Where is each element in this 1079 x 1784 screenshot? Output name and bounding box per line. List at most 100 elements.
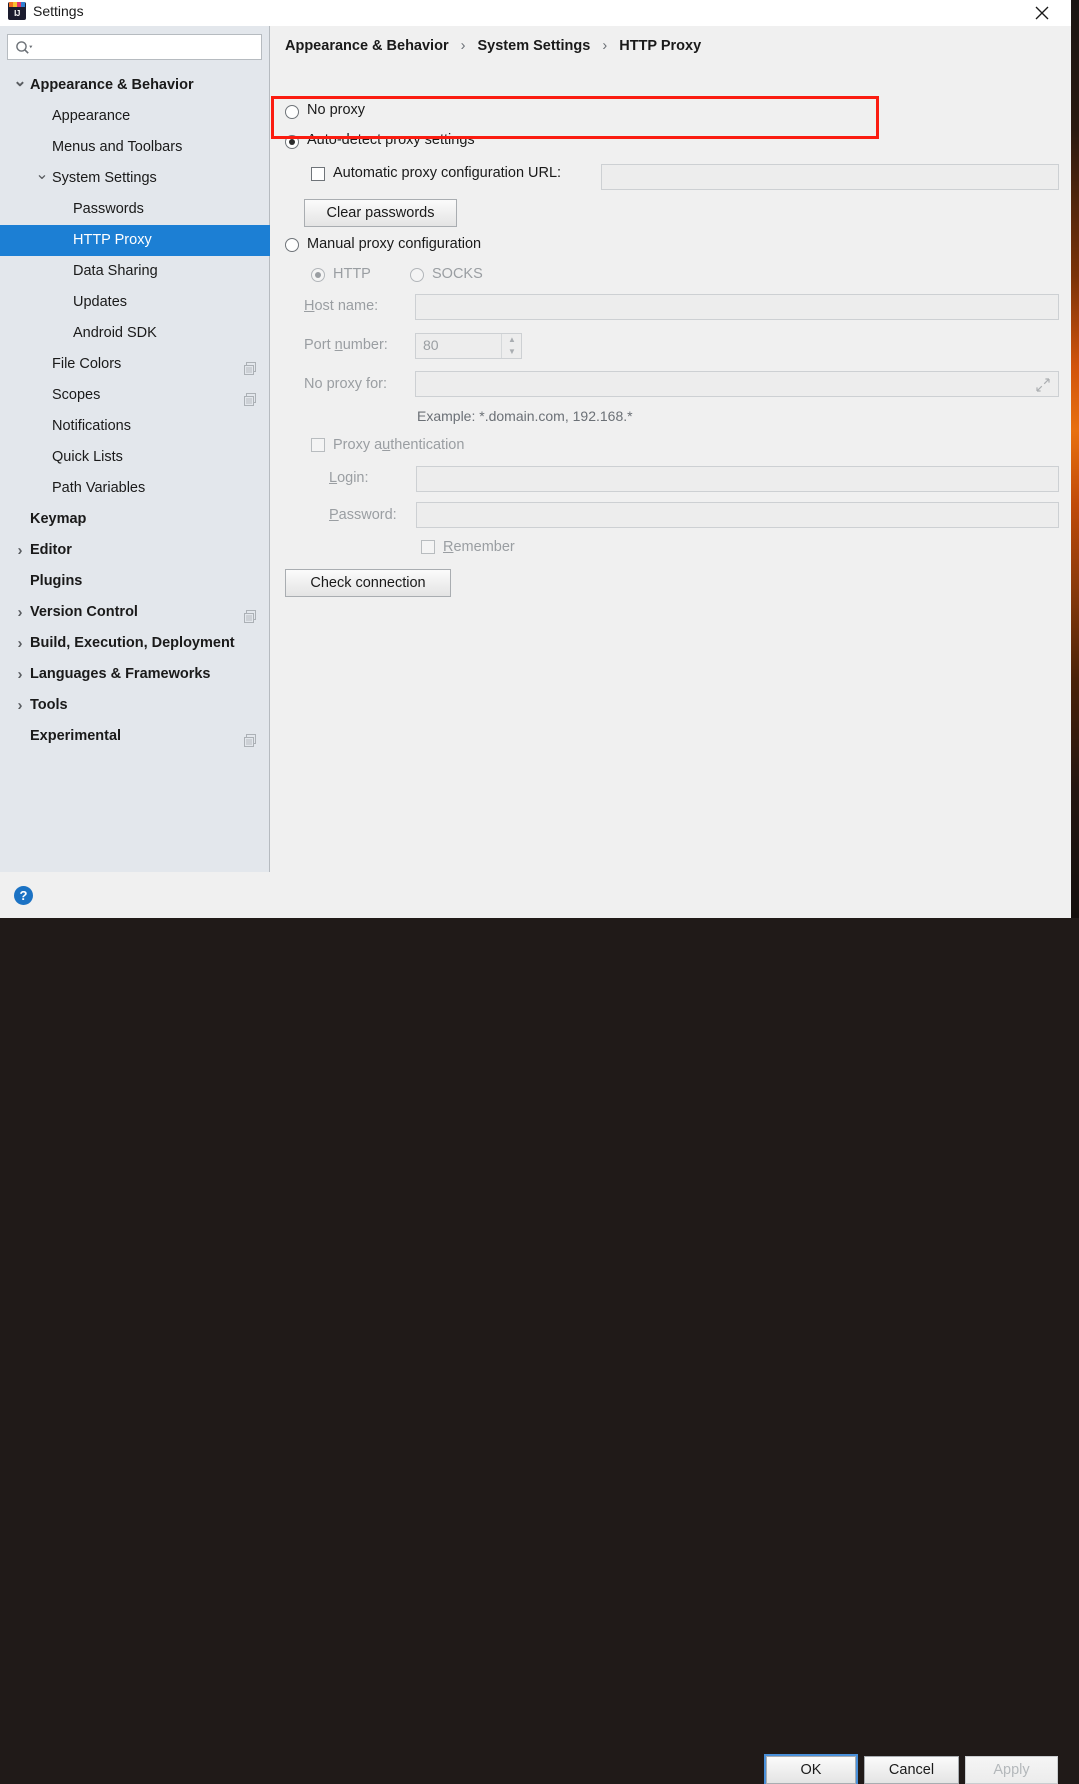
sidebar-item-plugins[interactable]: Plugins	[0, 566, 270, 597]
host-name-input[interactable]	[415, 294, 1059, 320]
sidebar-item-languages-frameworks[interactable]: › Languages & Frameworks	[0, 659, 270, 690]
port-number-value: 80	[423, 337, 439, 353]
no-proxy-radio[interactable]	[285, 105, 299, 119]
sidebar-item-label: System Settings	[52, 170, 157, 186]
sidebar-item-label: Path Variables	[52, 480, 146, 496]
sidebar-item-scopes[interactable]: Scopes	[0, 380, 270, 411]
close-icon[interactable]	[1025, 0, 1059, 26]
chevron-right-icon[interactable]: ›	[12, 628, 28, 659]
sidebar-item-data-sharing[interactable]: Data Sharing	[0, 256, 270, 287]
chevron-right-icon[interactable]: ›	[12, 659, 28, 690]
chevron-up-icon[interactable]: ▲	[502, 334, 522, 346]
copy-settings-icon[interactable]	[243, 357, 258, 375]
search-box[interactable]	[7, 34, 262, 60]
no-proxy-for-input[interactable]	[415, 371, 1059, 397]
login-input[interactable]	[416, 466, 1059, 492]
sidebar-item-system-settings[interactable]: ⌄ System Settings	[0, 163, 270, 194]
breadcrumb-part-http-proxy: HTTP Proxy	[619, 38, 702, 54]
automatic-proxy-url-input[interactable]	[601, 164, 1059, 190]
sidebar-item-android-sdk[interactable]: Android SDK	[0, 318, 270, 349]
sidebar-item-label: Quick Lists	[52, 449, 123, 465]
remember-checkbox[interactable]	[421, 540, 435, 554]
breadcrumb-part-appearance[interactable]: Appearance & Behavior	[285, 38, 449, 54]
sidebar-item-file-colors[interactable]: File Colors	[0, 349, 270, 380]
password-label: Password:	[329, 507, 397, 523]
check-connection-button[interactable]: Check connection	[285, 569, 451, 597]
sidebar-item-http-proxy[interactable]: HTTP Proxy	[0, 225, 270, 256]
no-proxy-label[interactable]: No proxy	[307, 102, 365, 118]
sidebar-item-passwords[interactable]: Passwords	[0, 194, 270, 225]
chevron-right-icon[interactable]: ›	[12, 690, 28, 721]
remember-label[interactable]: Remember	[443, 539, 515, 555]
sidebar-item-label: Android SDK	[73, 325, 157, 341]
automatic-proxy-url-label[interactable]: Automatic proxy configuration URL:	[333, 165, 561, 181]
http-radio[interactable]	[311, 268, 325, 282]
sidebar-item-label: Updates	[73, 294, 128, 310]
clear-passwords-button[interactable]: Clear passwords	[304, 199, 457, 227]
sidebar-item-label: Notifications	[52, 418, 131, 434]
chevron-right-icon[interactable]: ›	[12, 535, 28, 566]
sidebar-item-label: HTTP Proxy	[73, 232, 152, 248]
dialog-footer: ? OK Cancel Apply	[0, 872, 1071, 1784]
sidebar-item-version-control[interactable]: › Version Control	[0, 597, 270, 628]
sidebar-item-menus-and-toolbars[interactable]: Menus and Toolbars	[0, 132, 270, 163]
sidebar-item-label: Scopes	[52, 387, 101, 403]
sidebar-item-editor[interactable]: › Editor	[0, 535, 270, 566]
help-glyph: ?	[19, 888, 28, 903]
title-bar: IJ Settings	[0, 0, 1071, 26]
http-label[interactable]: HTTP	[333, 266, 371, 282]
auto-detect-proxy-label[interactable]: Auto-detect proxy settings	[307, 132, 475, 148]
breadcrumb-separator: ›	[602, 38, 608, 54]
settings-sidebar: ⌄ Appearance & Behavior Appearance Menus an…	[0, 26, 270, 872]
chevron-down-icon[interactable]: ▼	[502, 346, 522, 358]
port-number-stepper[interactable]: 80 ▲ ▼	[415, 333, 522, 359]
sidebar-item-label: File Colors	[52, 356, 122, 372]
sidebar-item-quick-lists[interactable]: Quick Lists	[0, 442, 270, 473]
sidebar-item-path-variables[interactable]: Path Variables	[0, 473, 270, 504]
manual-proxy-label[interactable]: Manual proxy configuration	[307, 236, 481, 252]
automatic-proxy-url-checkbox[interactable]	[311, 167, 325, 181]
proxy-authentication-label[interactable]: Proxy authentication	[333, 437, 464, 453]
sidebar-item-label: Tools	[30, 697, 68, 713]
sidebar-item-label: Version Control	[30, 604, 138, 620]
expand-editor-icon[interactable]	[1036, 378, 1065, 397]
port-stepper-arrows[interactable]: ▲ ▼	[501, 334, 521, 358]
chevron-down-icon[interactable]: ⌄	[12, 70, 28, 101]
login-mnemonic: L	[329, 470, 338, 486]
http-proxy-panel: Appearance & Behavior › System Settings …	[271, 26, 1071, 872]
sidebar-item-notifications[interactable]: Notifications	[0, 411, 270, 442]
copy-settings-icon[interactable]	[243, 605, 258, 623]
chevron-right-icon[interactable]: ›	[12, 597, 28, 628]
sidebar-item-label: Appearance & Behavior	[30, 77, 194, 93]
remember-mnemonic: R	[443, 539, 454, 555]
sidebar-item-label: Editor	[30, 542, 72, 558]
manual-proxy-radio[interactable]	[285, 238, 299, 252]
chevron-down-icon[interactable]: ⌄	[34, 163, 50, 194]
help-icon[interactable]: ?	[14, 886, 33, 905]
sidebar-item-appearance[interactable]: Appearance	[0, 101, 270, 132]
sidebar-item-experimental[interactable]: Experimental	[0, 721, 270, 752]
socks-radio[interactable]	[410, 268, 424, 282]
copy-settings-icon[interactable]	[243, 729, 258, 747]
ok-button[interactable]: OK	[764, 1754, 858, 1784]
port-label-mnemonic: n	[334, 337, 343, 353]
password-input[interactable]	[416, 502, 1059, 528]
auto-detect-proxy-radio[interactable]	[285, 135, 299, 149]
port-label-post: umber:	[342, 337, 388, 353]
proxy-authentication-checkbox[interactable]	[311, 438, 325, 452]
socks-label[interactable]: SOCKS	[432, 266, 483, 282]
sidebar-item-build-execution-deployment[interactable]: › Build, Execution, Deployment	[0, 628, 270, 659]
password-mnemonic: P	[329, 507, 339, 523]
breadcrumb-part-system-settings[interactable]: System Settings	[478, 38, 591, 54]
sidebar-item-appearance-behavior[interactable]: ⌄ Appearance & Behavior	[0, 70, 270, 101]
sidebar-item-tools[interactable]: › Tools	[0, 690, 270, 721]
apply-button: Apply	[965, 1756, 1058, 1784]
copy-settings-icon[interactable]	[243, 388, 258, 406]
host-name-label-text: ost name:	[314, 298, 379, 314]
password-label-text: assword:	[338, 507, 397, 523]
search-input[interactable]	[40, 35, 258, 59]
remember-label-text: emember	[453, 539, 515, 555]
sidebar-item-updates[interactable]: Updates	[0, 287, 270, 318]
sidebar-item-keymap[interactable]: Keymap	[0, 504, 270, 535]
cancel-button[interactable]: Cancel	[864, 1756, 959, 1784]
